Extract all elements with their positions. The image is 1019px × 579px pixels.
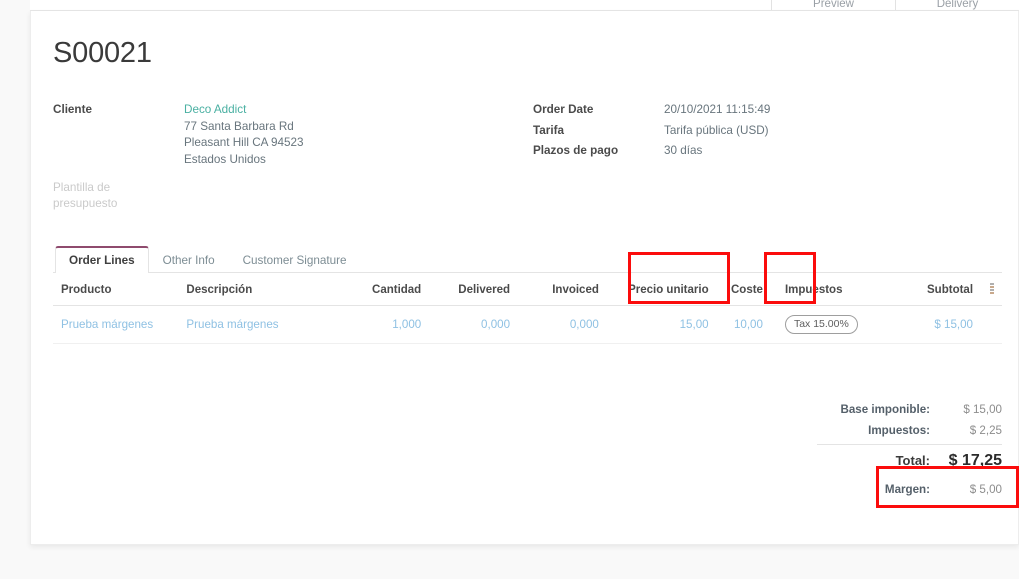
address-line-2: Pleasant Hill CA 94523 [184, 136, 304, 149]
address-line-1: 77 Santa Barbara Rd [184, 119, 294, 133]
col-header-cantidad[interactable]: Cantidad [340, 273, 430, 306]
tax-badge: Tax 15.00% [784, 315, 858, 334]
col-header-delivered[interactable]: Delivered [429, 273, 519, 306]
order-date-field: Order Date 20/10/2021 11:15:49 [533, 102, 963, 119]
margin-amount-value: $ 5,00 [969, 483, 1002, 496]
payment-terms-field: Plazos de pago 30 días [533, 143, 963, 160]
pricelist-field: Tarifa Tarifa pública (USD) [533, 123, 963, 140]
pricelist-label: Tarifa [533, 123, 564, 137]
delivery-button[interactable]: Delivery [895, 0, 1019, 10]
customer-field: Cliente Deco Addict 77 Santa Barbara Rd … [53, 102, 533, 168]
cell-descripcion[interactable]: Prueba márgenes [178, 305, 341, 344]
cell-producto[interactable]: Prueba márgenes [53, 305, 179, 344]
column-options-icon[interactable] [981, 273, 1002, 306]
record-form-card: S00021 Cliente Deco Addict 77 Santa Barb… [30, 11, 1019, 545]
header-right-column: Order Date 20/10/2021 11:15:49 Tarifa Ta… [533, 102, 963, 212]
order-lines-header: Producto Descripción Cantidad Delivered … [53, 273, 1002, 306]
header-field-group: Cliente Deco Addict 77 Santa Barbara Rd … [43, 102, 1002, 212]
cell-precio-unitario[interactable]: 15,00 [606, 305, 717, 344]
totals-row-margin: Margen: $ 5,00 [817, 474, 1002, 502]
cell-row-spacer [981, 305, 1002, 344]
col-header-subtotal[interactable]: Subtotal [891, 273, 982, 306]
table-header-row: Producto Descripción Cantidad Delivered … [53, 273, 1002, 306]
cell-cantidad[interactable]: 1,000 [340, 305, 430, 344]
tab-other-info[interactable]: Other Info [149, 246, 229, 273]
total-amount-label: Total: [895, 453, 930, 468]
totals-block: Base imponible: $ 15,00 Impuestos: $ 2,2… [817, 399, 1002, 502]
form-sheet: S00021 Cliente Deco Addict 77 Santa Barb… [31, 11, 1018, 344]
cell-coste[interactable]: 10,00 [716, 305, 771, 344]
col-header-coste[interactable]: Coste [716, 273, 771, 306]
order-date-label: Order Date [533, 103, 594, 116]
col-header-precio-unitario[interactable]: Precio unitario [606, 273, 717, 306]
customer-label: Cliente [53, 103, 92, 116]
tab-order-lines[interactable]: Order Lines [55, 246, 149, 273]
total-amount-value: $ 17,25 [948, 452, 1002, 469]
quotation-template-label-line2: presupuesto [53, 197, 118, 210]
totals-row-taxes: Impuestos: $ 2,25 [817, 420, 1002, 441]
table-row[interactable]: Prueba márgenes Prueba márgenes 1,000 0,… [53, 305, 1002, 344]
customer-value-group: Deco Addict 77 Santa Barbara Rd Pleasant… [184, 102, 304, 168]
page-title: S00021 [53, 37, 152, 69]
totals-row-base: Base imponible: $ 15,00 [817, 399, 1002, 420]
col-header-invoiced[interactable]: Invoiced [518, 273, 607, 306]
taxes-amount-value: $ 2,25 [969, 424, 1002, 437]
base-amount-value: $ 15,00 [963, 403, 1002, 416]
totals-row-total: Total: $ 17,25 [817, 445, 1002, 474]
margin-amount-label: Margen: [884, 483, 930, 496]
cell-invoiced[interactable]: 0,000 [518, 305, 607, 344]
order-lines-body: Prueba márgenes Prueba márgenes 1,000 0,… [53, 305, 1002, 344]
quotation-template-label-line1: Plantilla de [53, 181, 111, 194]
col-header-descripcion[interactable]: Descripción [178, 273, 341, 306]
top-button-bar: Preview Delivery [30, 0, 1019, 11]
notebook-tabs: Order Lines Other Info Customer Signatur… [53, 246, 1002, 273]
cell-impuestos[interactable]: Tax 15.00% [770, 305, 892, 344]
header-left-column: Cliente Deco Addict 77 Santa Barbara Rd … [53, 102, 533, 212]
customer-name-link[interactable]: Deco Addict [184, 102, 304, 119]
tab-customer-signature[interactable]: Customer Signature [229, 246, 361, 273]
col-header-producto[interactable]: Producto [53, 273, 179, 306]
base-amount-label: Base imponible: [840, 403, 930, 416]
preview-button[interactable]: Preview [771, 0, 895, 10]
col-header-impuestos[interactable]: Impuestos [770, 273, 892, 306]
order-date-value[interactable]: 20/10/2021 11:15:49 [664, 102, 770, 119]
cell-subtotal[interactable]: $ 15,00 [891, 305, 982, 344]
payment-terms-value[interactable]: 30 días [664, 143, 702, 160]
address-line-3: Estados Unidos [184, 152, 266, 166]
cell-delivered[interactable]: 0,000 [429, 305, 519, 344]
taxes-amount-label: Impuestos: [868, 424, 930, 437]
order-lines-table: Producto Descripción Cantidad Delivered … [53, 273, 1002, 344]
quotation-template-field[interactable]: Plantilla de presupuesto [53, 180, 123, 212]
payment-terms-label: Plazos de pago [533, 144, 619, 157]
pricelist-value[interactable]: Tarifa pública (USD) [664, 123, 769, 140]
